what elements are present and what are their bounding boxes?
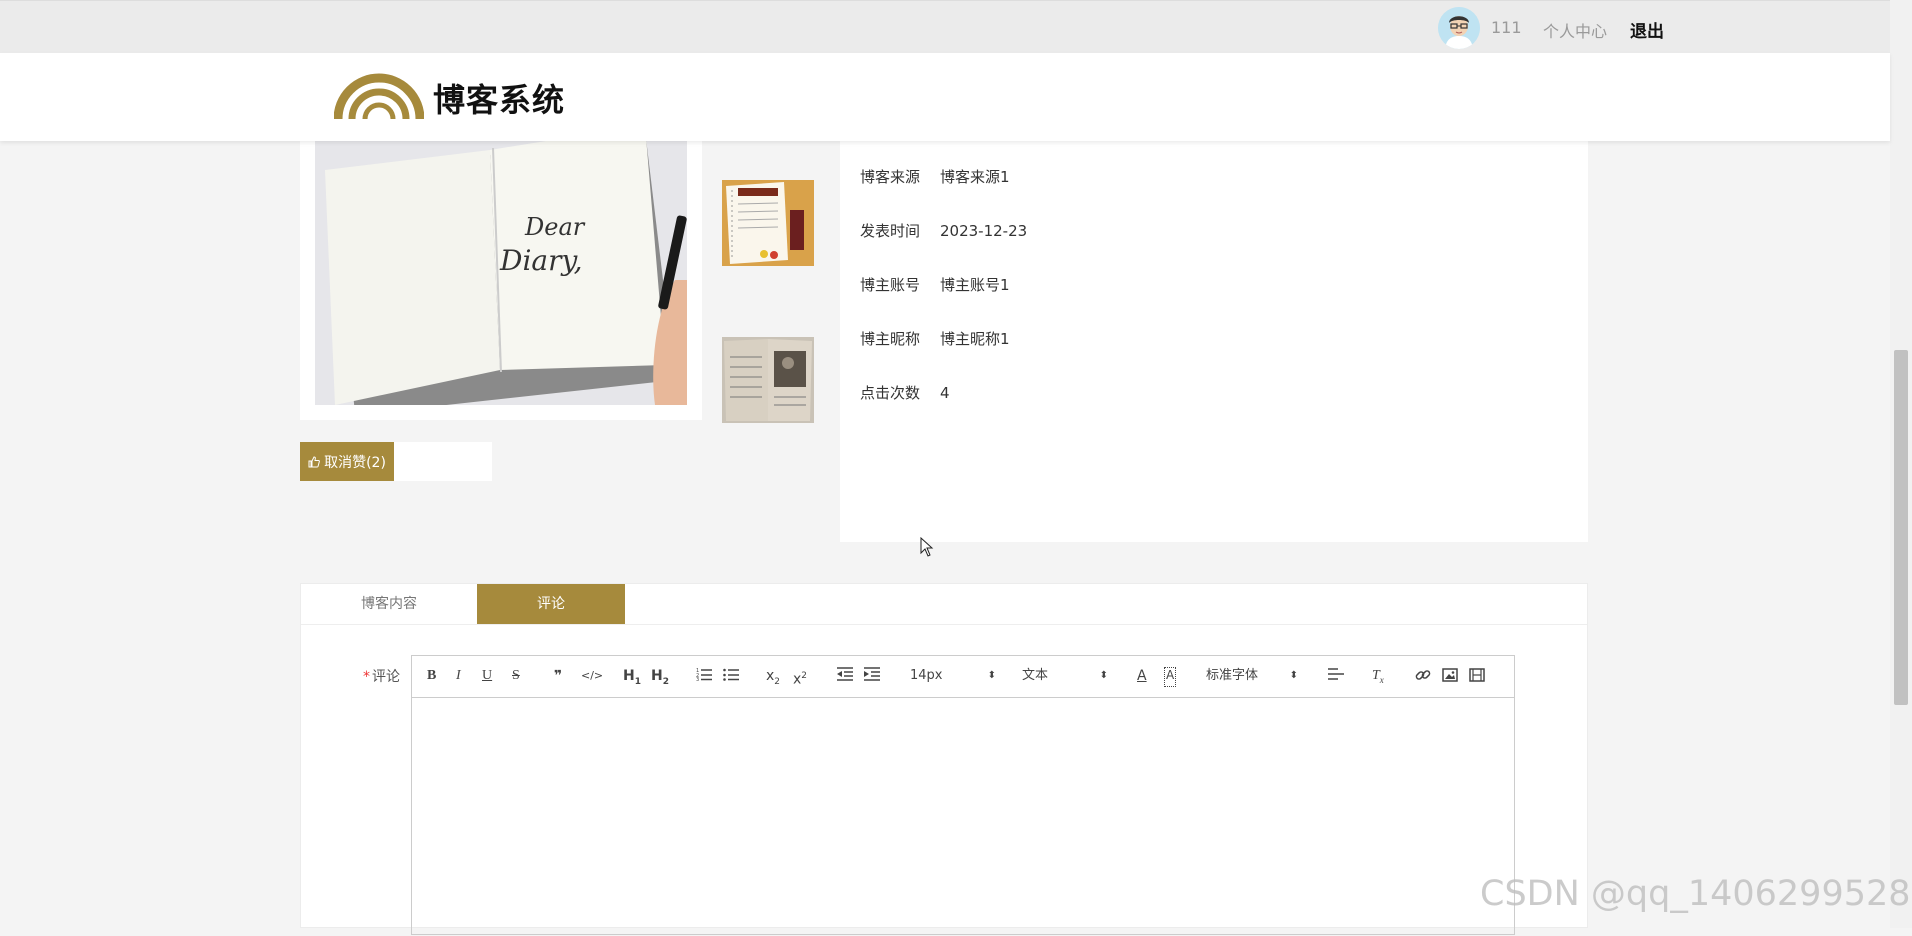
unlike-button-label: 取消赞(2) <box>324 454 386 471</box>
header-1-icon[interactable]: H1 <box>623 667 641 687</box>
main-image-card: Dear Diary, <box>300 130 702 420</box>
required-mark: * <box>363 669 370 685</box>
header-type-value: 文本 <box>1022 668 1049 683</box>
header-type-select[interactable]: 文本 ⬍ <box>1022 667 1108 685</box>
comment-label-text: 评论 <box>372 669 400 685</box>
site-header: 博客系统 <box>0 53 1890 141</box>
like-area: 取消赞(2) <box>300 442 492 481</box>
diary-text-2: Diary, <box>499 244 582 277</box>
chevron-updown-icon: ⬍ <box>987 670 996 681</box>
bold-icon[interactable]: B <box>427 667 436 685</box>
svg-text:3: 3 <box>696 677 699 681</box>
link-icon[interactable] <box>1415 667 1431 685</box>
tab-bar: 博客内容 评论 <box>301 584 1587 625</box>
font-family-value: 标准字体 <box>1206 668 1259 683</box>
scrollbar-thumb[interactable] <box>1894 350 1908 705</box>
indent-icon[interactable] <box>864 667 880 685</box>
personal-center-link[interactable]: 个人中心 <box>1543 18 1607 42</box>
comment-editor: B I U S ❞ </> H1 H2 123 x2 x2 14px ⬍ 文本 … <box>411 655 1515 935</box>
header-2-icon[interactable]: H2 <box>651 667 669 687</box>
watermark: CSDN @qq_1406299528 <box>1480 874 1911 914</box>
info-row-publish-time: 发表时间 2023-12-23 <box>860 220 1027 241</box>
info-value: 2023-12-23 <box>940 222 1028 240</box>
top-bar: 111 个人中心 退出 <box>0 0 1890 54</box>
site-title[interactable]: 博客系统 <box>433 75 565 121</box>
info-label: 发表时间 <box>860 222 921 240</box>
info-row-author-nickname: 博主昵称 博主昵称1 <box>860 328 1010 349</box>
strike-icon[interactable]: S <box>512 667 520 685</box>
info-row-author-account: 博主账号 博主账号1 <box>860 274 1010 295</box>
thumbnail-2[interactable] <box>722 337 814 423</box>
clear-format-icon[interactable]: Tx <box>1372 667 1384 685</box>
video-icon[interactable] <box>1469 667 1485 685</box>
thumbnail-1[interactable] <box>722 180 814 266</box>
info-value: 4 <box>940 384 950 402</box>
logout-link[interactable]: 退出 <box>1630 17 1664 42</box>
tab-blog-content[interactable]: 博客内容 <box>301 584 477 624</box>
info-label: 点击次数 <box>860 384 921 402</box>
comment-label: * 评论 <box>363 666 400 686</box>
blockquote-icon[interactable]: ❞ <box>554 667 562 685</box>
content-tabs-card: 博客内容 评论 * 评论 B I U S ❞ </> H1 H2 123 x2 x… <box>300 583 1588 935</box>
main-image[interactable]: Dear Diary, <box>315 140 687 405</box>
underline-icon[interactable]: U <box>482 667 492 685</box>
blog-info-card: 博客来源 博客来源1 发表时间 2023-12-23 博主账号 博主账号1 博主昵称博… <box>840 141 1588 542</box>
subscript-icon[interactable]: x2 <box>766 667 780 687</box>
info-label: 博主昵称 <box>860 330 921 348</box>
background-color-icon[interactable]: A <box>1164 667 1177 687</box>
editor-toolbar: B I U S ❞ </> H1 H2 123 x2 x2 14px ⬍ 文本 … <box>412 656 1514 698</box>
thumbs-up-icon <box>308 455 320 467</box>
comment-editor-textarea[interactable] <box>412 697 1514 936</box>
bullet-list-icon[interactable] <box>723 667 739 685</box>
align-icon[interactable] <box>1328 667 1344 685</box>
info-value: 博客来源1 <box>940 168 1010 186</box>
font-size-select[interactable]: 14px ⬍ <box>910 667 996 685</box>
info-label: 博主账号 <box>860 276 921 294</box>
username: 111 <box>1491 18 1522 37</box>
italic-icon[interactable]: I <box>456 667 461 685</box>
tab-comments[interactable]: 评论 <box>477 584 625 624</box>
outdent-icon[interactable] <box>837 667 853 685</box>
ordered-list-icon[interactable]: 123 <box>696 667 712 685</box>
code-block-icon[interactable]: </> <box>581 667 603 685</box>
logo-icon[interactable] <box>333 69 425 125</box>
info-label: 博客来源 <box>860 168 921 186</box>
info-value: 博主账号1 <box>940 276 1010 294</box>
chevron-updown-icon: ⬍ <box>1099 670 1108 681</box>
font-family-select[interactable]: 标准字体 ⬍ <box>1206 667 1298 685</box>
mouse-cursor-icon <box>920 536 934 561</box>
font-size-value: 14px <box>910 668 943 683</box>
font-color-icon[interactable]: A <box>1137 667 1147 685</box>
info-value: 博主昵称1 <box>940 330 1010 348</box>
chevron-updown-icon: ⬍ <box>1289 670 1298 681</box>
page-scrollbar[interactable] <box>1890 0 1912 928</box>
diary-text-1: Dear <box>524 213 586 241</box>
superscript-icon[interactable]: x2 <box>793 667 807 688</box>
info-row-click-count: 点击次数 4 <box>860 382 950 403</box>
info-row-source: 博客来源 博客来源1 <box>860 166 1010 187</box>
user-avatar[interactable] <box>1438 7 1480 49</box>
unlike-button[interactable]: 取消赞(2) <box>300 442 394 481</box>
image-icon[interactable] <box>1442 667 1458 685</box>
